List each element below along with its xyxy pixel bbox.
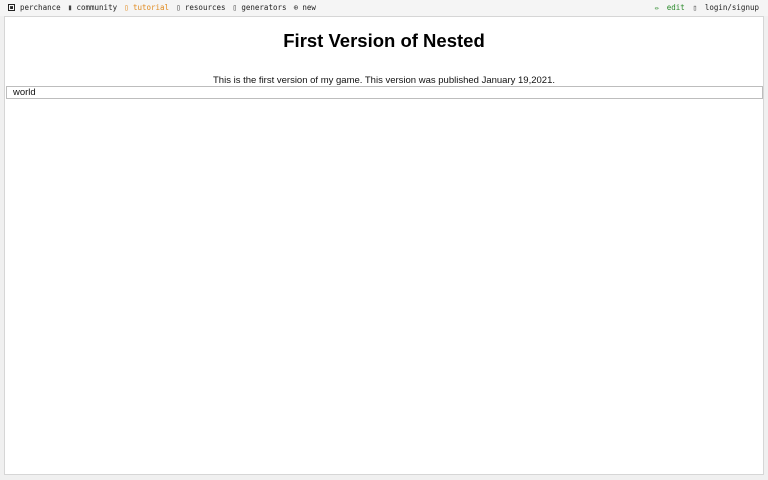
top-navigation-bar: perchance ▮ community ▯ tutorial ▯ resou… — [0, 0, 768, 16]
login-signup-button[interactable]: ▯ login/signup — [693, 3, 759, 12]
nav-new-label: new — [302, 3, 316, 12]
book-icon: ▯ — [124, 2, 129, 12]
login-label: login/signup — [704, 3, 759, 12]
nav-resources-label: resources — [184, 3, 226, 12]
edit-button[interactable]: ✏ edit — [655, 3, 685, 12]
nav-right: ✏ edit ▯ login/signup — [655, 3, 759, 12]
page-description: This is the first version of my game. Th… — [213, 75, 555, 86]
generator-panel: First Version of Nested This is the firs… — [4, 16, 764, 475]
brand-label: perchance — [20, 3, 61, 12]
dice-icon — [8, 4, 15, 11]
brand-link[interactable]: perchance — [8, 3, 61, 12]
pencil-icon: ✏ — [654, 3, 660, 12]
nav-generators[interactable]: ▯ generators — [233, 3, 287, 12]
nav-community[interactable]: ▮ community — [68, 3, 117, 12]
nav-generators-label: generators — [241, 3, 287, 12]
nav-community-label: community — [76, 3, 118, 12]
page-title: First Version of Nested — [283, 30, 485, 51]
nav-left: perchance ▮ community ▯ tutorial ▯ resou… — [8, 3, 323, 12]
nav-tutorial[interactable]: ▯ tutorial — [124, 3, 169, 12]
output-text: world — [13, 87, 36, 98]
folder-icon: ▯ — [176, 2, 181, 12]
gear-icon: ▯ — [232, 2, 238, 12]
chat-icon: ▮ — [67, 2, 73, 12]
user-icon: ▯ — [692, 3, 698, 12]
output-box[interactable]: world — [6, 86, 763, 99]
nav-tutorial-label: tutorial — [132, 3, 170, 12]
nav-resources[interactable]: ▯ resources — [176, 3, 225, 12]
edit-label: edit — [666, 3, 685, 12]
nav-new[interactable]: ⊕ new — [294, 3, 316, 12]
plus-circle-icon: ⊕ — [293, 2, 299, 12]
